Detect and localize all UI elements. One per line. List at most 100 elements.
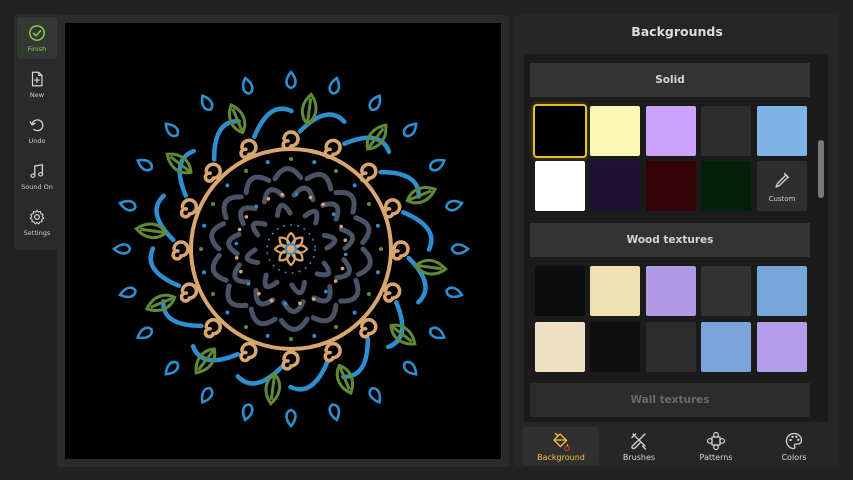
bottom-tabbar: Background Brushes Patterns Colors — [515, 424, 839, 467]
mandala-drop — [285, 408, 297, 428]
mandala-drop — [368, 93, 382, 112]
mandala-dot — [266, 197, 271, 201]
mandala-dot — [244, 169, 248, 174]
mandala-dot — [298, 301, 302, 306]
settings-label: Settings — [23, 228, 51, 237]
wood-swatch[interactable] — [646, 322, 696, 372]
mandala-dot — [340, 266, 345, 271]
mandala-curl — [391, 240, 410, 261]
mandala-dot — [225, 183, 230, 188]
mandala-dot — [352, 310, 357, 315]
tab-brushes[interactable]: Brushes — [601, 427, 677, 465]
mandala-curl — [281, 130, 300, 151]
mandala-dot — [334, 324, 338, 329]
solid-swatch[interactable] — [535, 106, 585, 156]
mandala-drop — [118, 199, 137, 212]
mandala-dot — [343, 238, 348, 242]
solid-swatch[interactable] — [590, 106, 640, 156]
wood-swatch[interactable] — [535, 322, 585, 372]
mandala-leaf — [335, 363, 355, 396]
mandala-drop — [428, 158, 447, 172]
mandala-drop — [164, 360, 180, 376]
mandala-dot — [244, 324, 248, 329]
tab-background[interactable]: Background — [523, 427, 599, 465]
mandala-squiggle — [314, 260, 332, 278]
mandala-leaf — [227, 102, 247, 135]
scrollbar-thumb[interactable] — [818, 140, 824, 198]
mandala-dot — [289, 337, 293, 341]
wood-swatch[interactable] — [590, 322, 640, 372]
mandala-drop — [285, 70, 297, 90]
mandala-drop — [164, 122, 180, 138]
undo-button[interactable]: Undo — [17, 109, 57, 151]
mandala-dot — [375, 270, 380, 275]
pattern-icon — [706, 431, 726, 450]
mandala-squiggle — [209, 221, 227, 252]
solid-swatch[interactable] — [701, 106, 751, 156]
mandala-squiggle — [274, 202, 293, 219]
wood-swatch[interactable] — [590, 266, 640, 316]
mandala-squiggle — [321, 232, 338, 251]
mandala-squiggle — [304, 171, 334, 192]
mandala-drop — [368, 386, 382, 405]
section-header-wood: Wood textures — [530, 223, 810, 257]
wood-swatch[interactable] — [535, 266, 585, 316]
undo-label: Undo — [28, 136, 46, 145]
tab-patterns[interactable]: Patterns — [678, 427, 754, 465]
custom-color-button[interactable]: Custom — [757, 161, 807, 211]
tab-colors-label: Colors — [781, 452, 807, 462]
mandala-drop — [445, 286, 464, 299]
file-plus-icon — [31, 71, 43, 86]
wood-swatch[interactable] — [701, 266, 751, 316]
solid-swatch[interactable] — [757, 106, 807, 156]
mandala-dot — [321, 202, 325, 207]
mandala-dot — [333, 279, 338, 283]
drawing-canvas[interactable] — [65, 23, 501, 459]
sound-toggle-button[interactable]: Sound On — [17, 155, 57, 197]
mandala-dot — [225, 310, 230, 315]
solid-swatch[interactable] — [701, 161, 751, 211]
backgrounds-scroll-area[interactable]: Solid Custom Wood textures Wall textures — [524, 54, 828, 422]
mandala-squiggle — [338, 277, 361, 304]
mandala-curl — [203, 318, 222, 339]
wood-swatch[interactable] — [701, 322, 751, 372]
mandala-drop — [112, 243, 132, 255]
mandala-squiggle — [244, 247, 261, 266]
tab-colors[interactable]: Colors — [756, 427, 832, 465]
music-note-icon — [30, 163, 44, 178]
mandala-dot — [234, 256, 239, 260]
mandala-squiggle — [320, 201, 341, 222]
mandala-leaf — [144, 293, 177, 313]
mandala-squiggle — [248, 306, 278, 327]
mandala-squiggle — [302, 208, 320, 226]
mandala-squiggle — [289, 279, 308, 296]
mandala-dot — [294, 192, 299, 197]
mandala-dot — [211, 292, 216, 296]
mandala-drop — [402, 360, 418, 376]
new-label: New — [29, 90, 45, 99]
mandala-squiggle — [355, 246, 373, 277]
mandala-curl — [179, 282, 199, 303]
solid-swatch[interactable] — [535, 161, 585, 211]
settings-button[interactable]: Settings — [17, 201, 57, 243]
mandala-drop — [450, 243, 470, 255]
solid-swatch[interactable] — [590, 161, 640, 211]
mandala-dot — [331, 212, 336, 216]
finish-button[interactable]: Finish — [17, 17, 57, 59]
mandala-dot — [366, 292, 371, 296]
palette-icon — [785, 432, 803, 449]
mandala-squiggle — [210, 252, 229, 283]
solid-swatch[interactable] — [646, 106, 696, 156]
mandala-squiggle — [272, 166, 304, 182]
mandala-squiggle — [311, 284, 333, 304]
mandala-curl — [359, 318, 378, 339]
backgrounds-panel: Backgrounds Solid Custom Wood textures W… — [515, 14, 839, 467]
custom-label: Custom — [768, 194, 796, 203]
new-button[interactable]: New — [17, 63, 57, 105]
mandala-dot — [234, 241, 239, 246]
wood-swatch[interactable] — [646, 266, 696, 316]
wood-swatch[interactable] — [757, 322, 807, 372]
solid-swatch[interactable] — [646, 161, 696, 211]
mandala-dot — [202, 223, 207, 228]
wood-swatch[interactable] — [757, 266, 807, 316]
